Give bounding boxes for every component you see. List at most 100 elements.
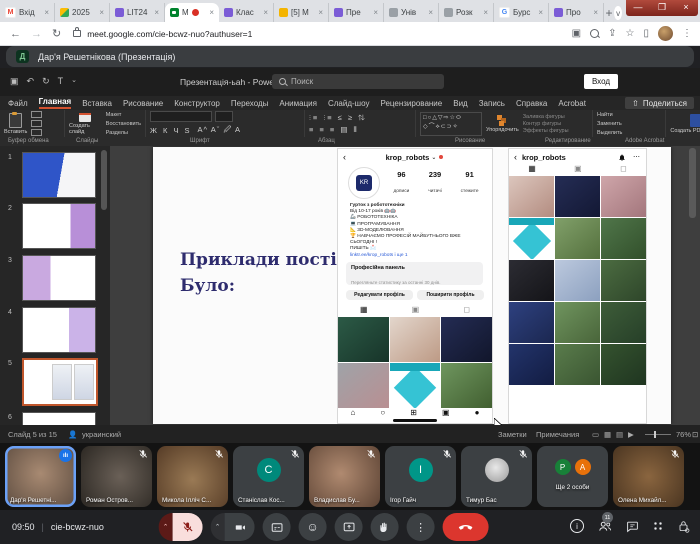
close-icon[interactable]: × bbox=[593, 8, 598, 17]
profile-avatar[interactable] bbox=[658, 26, 673, 41]
browser-tab[interactable]: [5] М× bbox=[274, 3, 329, 22]
cut-icon[interactable] bbox=[31, 111, 42, 118]
chat-button[interactable] bbox=[626, 520, 639, 533]
maximize-button[interactable]: ❐ bbox=[650, 0, 674, 16]
tab-review[interactable]: Рецензирование bbox=[380, 99, 442, 108]
browser-tab[interactable]: Про× bbox=[549, 3, 604, 22]
shapes-gallery[interactable]: □○△▽⇨☆⬭◇⌒⟡⊂⊃✧ bbox=[420, 112, 482, 136]
camera-options-chevron-icon[interactable]: ⌃ bbox=[211, 513, 225, 541]
redo-icon[interactable]: ↻ bbox=[42, 76, 50, 87]
comments-button[interactable]: Примечания bbox=[536, 430, 579, 439]
undo-icon[interactable]: ↶ bbox=[27, 76, 35, 87]
more-options-button[interactable]: ⋮ bbox=[407, 513, 435, 541]
browser-menu-icon[interactable]: ⋮ bbox=[682, 28, 692, 39]
participant-tile[interactable]: Роман Остров... bbox=[81, 446, 152, 507]
participant-tile[interactable]: Владислав Бу... bbox=[309, 446, 380, 507]
captions-button[interactable] bbox=[263, 513, 291, 541]
select-button[interactable]: Выделить bbox=[597, 129, 622, 137]
reset-button[interactable]: Восстановить bbox=[106, 120, 141, 128]
meeting-details-button[interactable]: i bbox=[570, 519, 584, 533]
participant-tile[interactable]: Тимур Бас bbox=[461, 446, 532, 507]
activities-apps-icon[interactable] bbox=[653, 521, 664, 532]
participant-tile[interactable]: I Ігор Гайч bbox=[385, 446, 456, 507]
tab-file[interactable]: Файл bbox=[8, 99, 28, 108]
new-tab-button[interactable]: + bbox=[604, 4, 614, 22]
customize-qat-chevron-icon[interactable]: ⌄ bbox=[71, 76, 77, 87]
language-indicator[interactable]: украинский bbox=[82, 430, 121, 439]
thumbnail-scrollbar[interactable] bbox=[101, 150, 107, 210]
slide-thumbnail-5-selected[interactable] bbox=[22, 358, 98, 406]
shape-effects-button[interactable]: Эффекты фигуры bbox=[523, 128, 569, 134]
close-icon[interactable]: × bbox=[263, 8, 268, 17]
slideshow-icon[interactable]: ▶ bbox=[628, 430, 634, 439]
close-icon[interactable]: × bbox=[209, 8, 214, 17]
ppt-search-box[interactable]: Поиск bbox=[272, 74, 444, 89]
tab-view[interactable]: Вид bbox=[453, 99, 467, 108]
close-icon[interactable]: × bbox=[99, 8, 104, 17]
sections-button[interactable]: Разделы bbox=[106, 129, 141, 137]
close-icon[interactable]: × bbox=[373, 8, 378, 17]
present-button[interactable] bbox=[335, 513, 363, 541]
slide-thumbnail-2[interactable] bbox=[22, 203, 96, 249]
close-icon[interactable]: × bbox=[318, 8, 323, 17]
participant-tile[interactable]: Олена Михайл... bbox=[613, 446, 684, 507]
minimize-button[interactable]: — bbox=[626, 0, 650, 16]
host-controls-button[interactable] bbox=[678, 520, 690, 533]
browser-tab[interactable]: LIT24× bbox=[110, 3, 165, 22]
browser-tab[interactable]: Пре× bbox=[329, 3, 384, 22]
reactions-button[interactable]: ☺ bbox=[299, 513, 327, 541]
find-button[interactable]: Найти bbox=[597, 111, 622, 119]
slide-thumbnail-1[interactable] bbox=[22, 152, 96, 198]
tab-animations[interactable]: Анимация bbox=[279, 99, 317, 108]
leave-call-button[interactable] bbox=[443, 513, 489, 541]
format-painter-icon[interactable] bbox=[31, 129, 42, 136]
slide-thumbnail-6[interactable] bbox=[22, 412, 96, 425]
close-icon[interactable]: × bbox=[44, 8, 49, 17]
forward-icon[interactable]: → bbox=[31, 28, 42, 40]
save-icon[interactable]: ▣ bbox=[572, 28, 581, 39]
font-name-combobox[interactable] bbox=[150, 111, 212, 122]
normal-view-icon[interactable]: ▭ bbox=[592, 430, 599, 439]
close-icon[interactable]: × bbox=[154, 8, 159, 17]
tab-transitions[interactable]: Переходы bbox=[231, 99, 269, 108]
browser-tab[interactable]: Унів× bbox=[384, 3, 439, 22]
browser-tab[interactable]: Розк× bbox=[439, 3, 494, 22]
arrange-button[interactable]: Упорядочить bbox=[486, 115, 519, 133]
text-tool-icon[interactable]: T bbox=[58, 76, 64, 87]
close-button[interactable]: × bbox=[674, 0, 698, 16]
side-panel-icon[interactable]: ▯ bbox=[643, 28, 649, 39]
paste-button[interactable]: Вставить bbox=[4, 113, 27, 135]
bookmark-star-icon[interactable]: ☆ bbox=[626, 28, 635, 39]
participant-tile[interactable]: ılı Дар'я Решетні... bbox=[5, 446, 76, 507]
slide-scrollbar[interactable] bbox=[689, 148, 696, 218]
tab-search-chevron-icon[interactable]: v bbox=[614, 6, 622, 20]
share-button[interactable]: ⇧ Поделиться bbox=[625, 97, 694, 109]
slide-sorter-icon[interactable]: ▦ bbox=[604, 430, 611, 439]
zoom-level[interactable]: 76% bbox=[676, 430, 691, 439]
browser-tab[interactable]: GБурс× bbox=[494, 3, 549, 22]
zoom-slider-thumb[interactable] bbox=[654, 431, 656, 438]
tab-draw[interactable]: Рисование bbox=[123, 99, 163, 108]
tab-acrobat[interactable]: Acrobat bbox=[558, 99, 586, 108]
slide-thumbnail-4[interactable] bbox=[22, 307, 96, 353]
mic-muted-button[interactable] bbox=[173, 513, 203, 541]
address-bar[interactable]: meet.google.com/cie-bcwz-nuo?authuser=1 bbox=[87, 29, 252, 39]
copy-icon[interactable] bbox=[31, 120, 42, 127]
tab-help[interactable]: Справка bbox=[516, 99, 547, 108]
browser-tab[interactable]: MВхід× bbox=[0, 3, 55, 22]
participant-tile[interactable]: Микола Ілліч С... bbox=[157, 446, 228, 507]
browser-tab[interactable]: 2025× bbox=[55, 3, 110, 22]
raise-hand-button[interactable] bbox=[371, 513, 399, 541]
search-icon[interactable] bbox=[590, 29, 599, 38]
tab-design[interactable]: Конструктор bbox=[174, 99, 220, 108]
browser-tab[interactable]: Клас× bbox=[219, 3, 274, 22]
new-slide-button[interactable]: Создать слайд bbox=[69, 113, 102, 135]
tab-insert[interactable]: Вставка bbox=[82, 99, 112, 108]
close-icon[interactable]: × bbox=[483, 8, 488, 17]
replace-button[interactable]: Заменить bbox=[597, 120, 622, 128]
fit-slide-icon[interactable]: ⊡ bbox=[692, 430, 698, 439]
participant-tile[interactable]: C Станіслав Кос... bbox=[233, 446, 304, 507]
close-icon[interactable]: × bbox=[538, 8, 543, 17]
font-size-combobox[interactable] bbox=[215, 111, 233, 122]
overflow-participants-tile[interactable]: Р А Ще 2 особи bbox=[537, 446, 608, 507]
